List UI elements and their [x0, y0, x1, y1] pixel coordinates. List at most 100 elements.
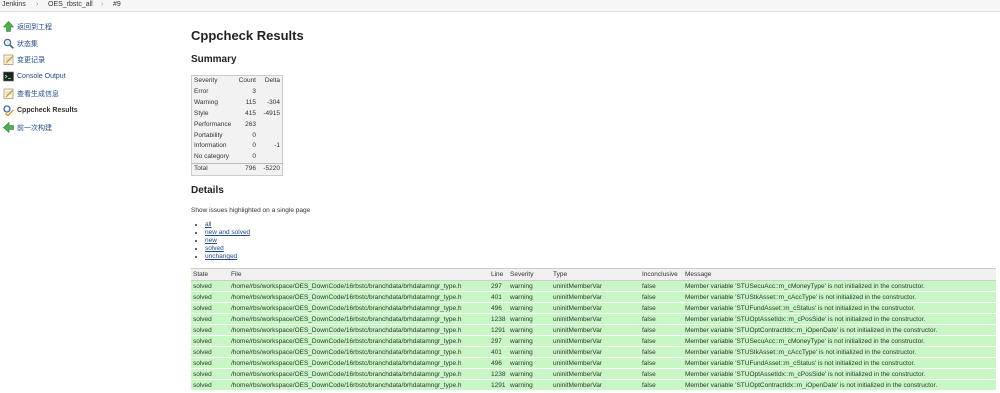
inconclusive-cell: false	[640, 280, 683, 292]
filter-link-unchanged[interactable]: unchanged	[205, 253, 237, 260]
column-header-state[interactable]: State	[191, 268, 229, 281]
sidebar-item-status[interactable]: 状态集	[2, 36, 152, 51]
severity-cell: Style	[194, 109, 209, 117]
line-cell: 1238	[489, 313, 508, 325]
breadcrumb-build[interactable]: #9	[113, 1, 121, 9]
filter-links: all new and solved new solved unchanged	[205, 221, 250, 261]
table-row: solved/home/rbs/workspace/OES_DownCode/1…	[191, 280, 996, 292]
filter-link-all[interactable]: all	[205, 221, 212, 228]
file-cell[interactable]: /home/rbs/workspace/OES_DownCode/16rbstc…	[229, 379, 489, 391]
severity-cell: warning	[508, 335, 551, 347]
severity-cell: warning	[508, 357, 551, 369]
details-table: State File Line Severity Type Inconclusi…	[191, 268, 996, 391]
sidebar-item-label: 前一次构建	[17, 124, 52, 132]
type-cell: uninitMemberVar	[551, 291, 640, 303]
table-row: solved/home/rbs/workspace/OES_DownCode/1…	[191, 324, 996, 336]
summary-total-row: Total 796 -5220	[191, 163, 283, 176]
summary-header-row: Severity Count Delta	[192, 76, 283, 87]
sidebar-item-previous-build[interactable]: 前一次构建	[2, 120, 152, 135]
notepad-icon	[2, 54, 14, 66]
severity-cell: warning	[508, 368, 551, 380]
inconclusive-cell: false	[640, 291, 683, 303]
inconclusive-cell: false	[640, 324, 683, 336]
breadcrumb-jenkins[interactable]: Jenkins	[2, 1, 26, 9]
line-cell: 297	[489, 335, 508, 347]
cppcheck-icon	[2, 105, 14, 117]
count-cell: 415	[245, 109, 256, 117]
sidebar-item-cppcheck-results[interactable]: Cppcheck Results	[2, 103, 152, 118]
breadcrumb-job[interactable]: OES_rbstc_all	[48, 1, 93, 9]
inconclusive-cell: false	[640, 379, 683, 391]
delta-cell	[258, 120, 283, 131]
state-cell: solved	[191, 313, 229, 325]
file-cell[interactable]: /home/rbs/workspace/OES_DownCode/16rbstc…	[229, 335, 489, 347]
count-cell: 0	[252, 131, 256, 139]
breadcrumb-separator: ›	[101, 1, 104, 8]
sidebar-item-back-to-project[interactable]: 返回到工程	[2, 19, 152, 34]
filter-link-solved[interactable]: solved	[205, 245, 224, 252]
line-cell: 297	[489, 280, 508, 292]
sidebar-item-build-info[interactable]: 查看生成信息	[2, 86, 152, 101]
delta-cell: -1	[274, 142, 280, 150]
line-cell: 496	[489, 302, 508, 314]
file-cell[interactable]: /home/rbs/workspace/OES_DownCode/16rbstc…	[229, 324, 489, 336]
summary-row: Style 415 -4915	[192, 109, 283, 120]
details-heading: Details	[191, 185, 224, 196]
severity-cell: Portability	[194, 131, 223, 139]
file-cell[interactable]: /home/rbs/workspace/OES_DownCode/16rbstc…	[229, 346, 489, 358]
summary-column-header: Severity	[194, 77, 218, 84]
severity-cell: warning	[508, 324, 551, 336]
line-cell: 401	[489, 291, 508, 303]
column-header-severity[interactable]: Severity	[508, 268, 551, 281]
column-header-type[interactable]: Type	[551, 268, 640, 281]
file-cell[interactable]: /home/rbs/workspace/OES_DownCode/16rbstc…	[229, 302, 489, 314]
details-header-row: State File Line Severity Type Inconclusi…	[191, 268, 996, 281]
column-header-file[interactable]: File	[229, 268, 489, 281]
message-cell: Member variable 'STUOptAssetIdx::m_cPosS…	[683, 313, 996, 325]
page-title: Cppcheck Results	[191, 28, 304, 43]
count-cell: 0	[252, 142, 256, 150]
column-header-inconclusive[interactable]: Inconclusive	[640, 268, 683, 281]
file-cell[interactable]: /home/rbs/workspace/OES_DownCode/16rbstc…	[229, 280, 489, 292]
type-cell: uninitMemberVar	[551, 280, 640, 292]
severity-cell: Warning	[194, 98, 218, 106]
list-item: new	[205, 237, 250, 245]
summary-column-header: Delta	[264, 77, 280, 84]
magnifier-icon	[2, 38, 14, 50]
table-row: solved/home/rbs/workspace/OES_DownCode/1…	[191, 291, 996, 303]
inconclusive-cell: false	[640, 368, 683, 380]
up-arrow-icon	[2, 21, 14, 33]
file-cell[interactable]: /home/rbs/workspace/OES_DownCode/16rbstc…	[229, 368, 489, 380]
column-header-message[interactable]: Message	[683, 268, 996, 281]
sidebar-item-changes[interactable]: 变更记录	[2, 52, 152, 67]
filter-link-new-and-solved[interactable]: new and solved	[205, 229, 250, 236]
file-cell[interactable]: /home/rbs/workspace/OES_DownCode/16rbstc…	[229, 357, 489, 369]
type-cell: uninitMemberVar	[551, 357, 640, 369]
terminal-icon	[2, 71, 14, 83]
message-cell: Member variable 'STUFundAsset::m_cStatus…	[683, 302, 996, 314]
severity-cell: Error	[194, 87, 209, 95]
sidebar-item-label: 返回到工程	[17, 23, 52, 31]
state-cell: solved	[191, 335, 229, 347]
type-cell: uninitMemberVar	[551, 302, 640, 314]
severity-cell: warning	[508, 291, 551, 303]
filter-link-new[interactable]: new	[205, 237, 217, 244]
inconclusive-cell: false	[640, 313, 683, 325]
list-item: all	[205, 221, 250, 229]
breadcrumb-separator: ›	[36, 1, 39, 8]
sidebar-item-console-output[interactable]: Console Output	[2, 69, 152, 84]
severity-cell: warning	[508, 313, 551, 325]
file-cell[interactable]: /home/rbs/workspace/OES_DownCode/16rbstc…	[229, 313, 489, 325]
severity-cell: warning	[508, 346, 551, 358]
file-cell[interactable]: /home/rbs/workspace/OES_DownCode/16rbstc…	[229, 291, 489, 303]
message-cell: Member variable 'STUOptAssetIdx::m_cPosS…	[683, 368, 996, 380]
state-cell: solved	[191, 357, 229, 369]
column-header-line[interactable]: Line	[489, 268, 508, 281]
list-item: unchanged	[205, 253, 250, 261]
message-cell: Member variable 'STUSecuAcc::m_cMoneyTyp…	[683, 335, 996, 347]
left-arrow-icon	[2, 122, 14, 134]
inconclusive-cell: false	[640, 335, 683, 347]
count-cell: 796	[236, 163, 258, 176]
state-cell: solved	[191, 346, 229, 358]
count-cell: 263	[245, 120, 256, 128]
